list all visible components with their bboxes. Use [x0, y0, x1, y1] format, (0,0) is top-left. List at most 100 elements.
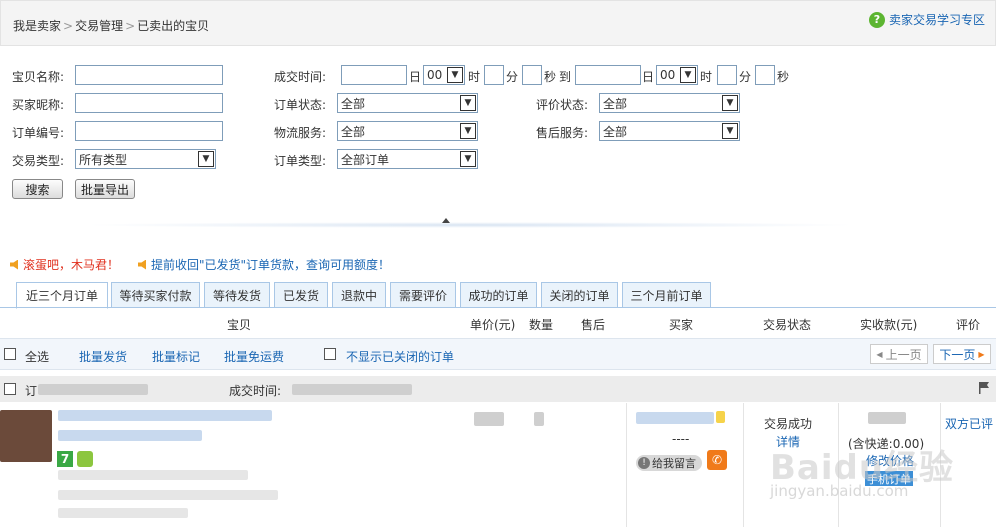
after-sale-value: 全部 [603, 124, 628, 139]
item-name-input[interactable] [75, 65, 223, 85]
col-unit-price: 单价(元) [470, 318, 516, 332]
minute-label: 分 [506, 70, 519, 84]
hide-closed-checkbox[interactable] [324, 348, 336, 360]
tab-shipped[interactable]: 已发货 [274, 282, 328, 308]
deal-time-end-date[interactable] [575, 65, 641, 85]
order-type-label: 订单类型: [274, 154, 327, 168]
select-all-checkbox[interactable] [4, 348, 16, 360]
tab-recent-three-months[interactable]: 近三个月订单 [16, 282, 108, 309]
order-no-input[interactable] [75, 121, 223, 141]
review-status-link[interactable]: 双方已评 [945, 415, 993, 432]
second-label: 秒 [777, 70, 790, 84]
leave-message-label: 给我留言 [652, 457, 696, 470]
chevron-right-icon: ▶ [978, 349, 985, 359]
after-sale-select[interactable]: 全部 ▼ [599, 121, 740, 141]
chevron-down-icon: ▼ [722, 95, 738, 111]
order-type-value: 全部订单 [341, 152, 390, 167]
form-divider [80, 222, 860, 228]
logistics-select[interactable]: 全部 ▼ [337, 121, 478, 141]
search-button[interactable]: 搜索 [12, 179, 63, 199]
gift-badge-icon [77, 451, 93, 467]
batch-export-button[interactable]: 批量导出 [75, 179, 135, 199]
leave-message-button[interactable]: ! 给我留言 [636, 455, 702, 471]
notice-early-payment-text: 提前收回"已发货"订单货款，查询可用额度！ [151, 258, 391, 272]
item-title-line2-blurred[interactable] [58, 430, 202, 441]
notice-trojan[interactable]: 滚蛋吧，木马君！ [10, 256, 119, 273]
seller-learning-label: 卖家交易学习专区 [888, 13, 985, 27]
end-hour-select[interactable]: 00 ▼ [656, 65, 698, 85]
breadcrumb-trade-management[interactable]: 交易管理 [75, 17, 123, 34]
deal-time-start-date[interactable] [341, 65, 407, 85]
order-header-row: 订 成交时间: [0, 376, 996, 402]
logistics-label: 物流服务: [274, 126, 327, 140]
item-spec3-blurred [58, 508, 188, 518]
item-spec-blurred [58, 470, 248, 480]
chevron-down-icon: ▼ [198, 151, 214, 167]
wangwang-icon[interactable] [716, 411, 725, 423]
trade-type-value: 所有类型 [79, 152, 128, 167]
breadcrumb-bar: 我是卖家 > 交易管理 > 已卖出的宝贝 ? 卖家交易学习专区 [0, 0, 996, 46]
col-buyer: 买家 [669, 318, 694, 332]
chevron-down-icon: ▼ [722, 123, 738, 139]
after-sale-label: 售后服务: [536, 126, 589, 140]
buyer-nick-label: 买家昵称: [12, 98, 65, 112]
notice-early-payment[interactable]: 提前收回"已发货"订单货款，查询可用额度！ [138, 256, 390, 273]
next-page-button[interactable]: 下一页 ▶ [933, 344, 991, 364]
seller-learning-link[interactable]: ? 卖家交易学习专区 [868, 11, 985, 28]
start-hour-select[interactable]: 00 ▼ [423, 65, 465, 85]
column-separator [743, 403, 744, 527]
order-no-label: 订单编号: [12, 126, 65, 140]
batch-mark-link[interactable]: 批量标记 [152, 348, 200, 365]
tab-older-orders[interactable]: 三个月前订单 [622, 282, 711, 308]
select-all-label[interactable]: 全选 [25, 348, 49, 365]
order-no-blurred [38, 384, 148, 395]
collapse-arrow-icon[interactable] [442, 218, 450, 223]
to-label: 到 [559, 70, 572, 84]
prev-page-label: 上一页 [885, 347, 922, 362]
column-separator [626, 403, 627, 527]
batch-ship-link[interactable]: 批量发货 [79, 348, 127, 365]
buyer-nick-input[interactable] [75, 93, 223, 113]
prev-page-button[interactable]: ◀ 上一页 [870, 344, 928, 364]
order-status-select[interactable]: 全部 ▼ [337, 93, 478, 113]
review-status-label: 评价状态: [536, 98, 589, 112]
breadcrumb-seller-home[interactable]: 我是卖家 [13, 17, 61, 34]
hide-closed-label[interactable]: 不显示已关闭的订单 [346, 348, 454, 365]
chevron-down-icon: ▼ [460, 151, 476, 167]
day-label: 日 [642, 70, 655, 84]
item-thumbnail[interactable] [0, 410, 52, 462]
tab-need-review[interactable]: 需要评价 [390, 282, 456, 308]
flag-icon[interactable] [978, 382, 990, 394]
tab-successful[interactable]: 成功的订单 [460, 282, 537, 308]
hour-label: 时 [468, 70, 481, 84]
question-icon: ? [868, 11, 885, 28]
quantity-blurred [534, 412, 544, 426]
review-status-select[interactable]: 全部 ▼ [599, 93, 740, 113]
tab-closed[interactable]: 关闭的订单 [541, 282, 618, 308]
start-minute-input[interactable] [484, 65, 504, 85]
day-label: 日 [409, 70, 422, 84]
unit-price-blurred [474, 412, 504, 426]
tab-awaiting-shipment[interactable]: 等待发货 [204, 282, 270, 308]
end-minute-input[interactable] [717, 65, 737, 85]
phone-icon[interactable]: ✆ [707, 450, 727, 470]
col-after-sale: 售后 [581, 318, 606, 332]
deal-time-label: 成交时间: [274, 70, 327, 84]
end-hour-value: 00 [660, 68, 676, 82]
batch-free-shipping-link[interactable]: 批量免运费 [224, 348, 284, 365]
trade-type-select[interactable]: 所有类型 ▼ [75, 149, 216, 169]
end-second-input[interactable] [755, 65, 775, 85]
chevron-down-icon: ▼ [680, 67, 696, 83]
start-second-input[interactable] [522, 65, 542, 85]
col-item: 宝贝 [227, 318, 252, 332]
breadcrumb-separator: > [63, 19, 74, 33]
buyer-nick-blurred[interactable] [636, 412, 714, 424]
tab-refunding[interactable]: 退款中 [332, 282, 386, 308]
order-checkbox[interactable] [4, 383, 16, 395]
item-title-blurred[interactable] [58, 410, 272, 421]
trade-status: 交易成功 [764, 417, 813, 431]
order-type-select[interactable]: 全部订单 ▼ [337, 149, 478, 169]
tab-awaiting-payment[interactable]: 等待买家付款 [111, 282, 200, 308]
start-hour-value: 00 [427, 68, 443, 82]
breadcrumb-separator: > [125, 19, 136, 33]
